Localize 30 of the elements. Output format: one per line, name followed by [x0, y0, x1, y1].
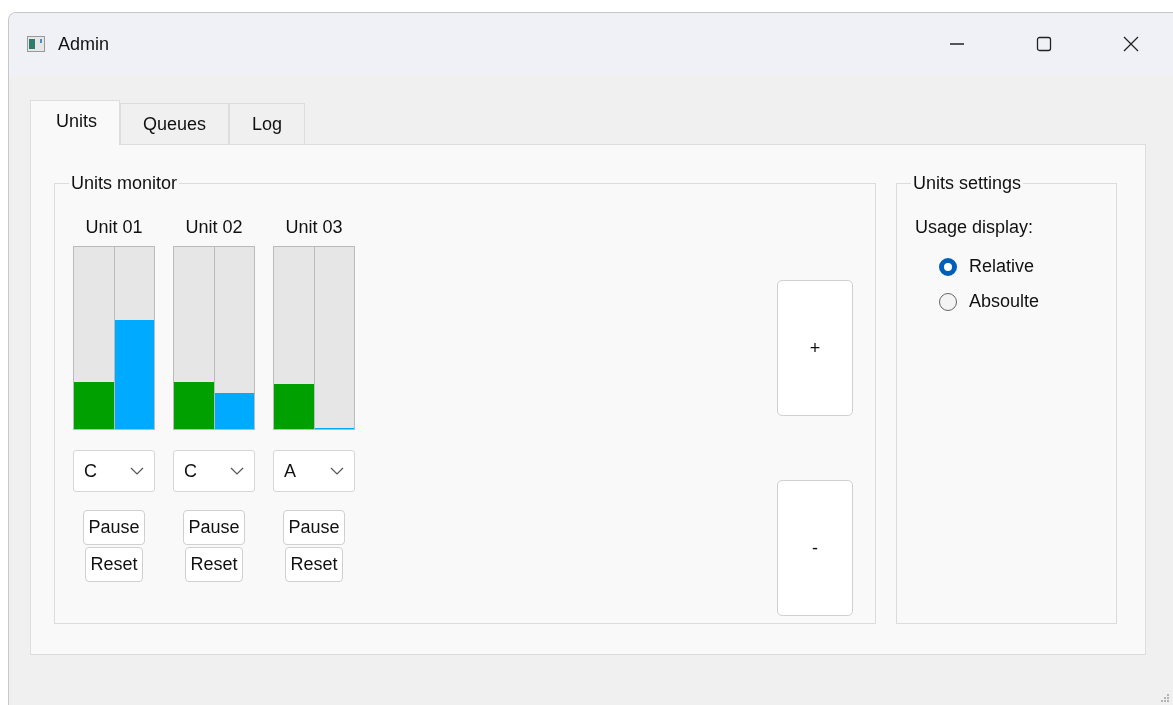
tab[interactable]: Queues	[120, 103, 230, 144]
close-icon[interactable]	[1122, 35, 1140, 53]
radio-button[interactable]	[939, 257, 957, 276]
pause-button[interactable]: Pause	[83, 510, 145, 545]
unit-label: Unit 01	[85, 216, 143, 238]
unit-label: Unit 02	[185, 216, 243, 238]
reset-button[interactable]: Reset	[185, 547, 243, 582]
chevron-down-icon	[230, 467, 244, 475]
app-icon	[27, 36, 45, 52]
mode-dropdown[interactable]: A	[273, 450, 355, 492]
resize-grip-icon[interactable]	[1160, 693, 1170, 703]
remove-button[interactable]: -	[777, 480, 853, 616]
radio-label[interactable]: Absoulte	[969, 291, 1040, 312]
chevron-down-icon	[130, 467, 144, 475]
pause-button[interactable]: Pause	[283, 510, 345, 545]
pause-button[interactable]: Pause	[183, 510, 245, 545]
mode-dropdown[interactable]: C	[173, 450, 255, 492]
tab[interactable]: Units	[30, 100, 120, 145]
reset-button[interactable]: Reset	[85, 547, 143, 582]
radio-button[interactable]	[939, 292, 957, 311]
radio-label[interactable]: Relative	[969, 256, 1035, 277]
unit-label: Unit 03	[285, 216, 343, 238]
tab[interactable]: Log	[229, 103, 306, 144]
reset-button[interactable]: Reset	[285, 547, 343, 582]
add-button[interactable]: +	[777, 280, 853, 416]
maximize-icon[interactable]	[1035, 35, 1053, 53]
chevron-down-icon	[330, 467, 344, 475]
window-title: Admin	[58, 33, 110, 55]
usage-display-label: Usage display:	[915, 216, 1035, 239]
mode-dropdown[interactable]: C	[73, 450, 155, 492]
